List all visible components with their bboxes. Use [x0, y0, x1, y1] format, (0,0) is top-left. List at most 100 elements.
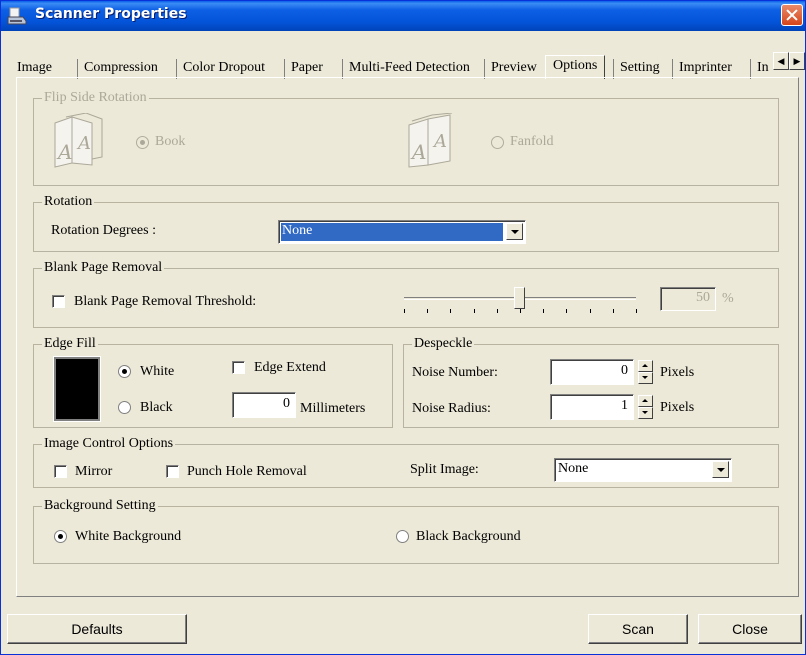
punch-hole-removal-label: Punch Hole Removal	[187, 464, 307, 479]
black-background-label: Black Background	[416, 529, 521, 544]
image-control-options-group: Image Control Options Mirror Punch Hole …	[33, 436, 779, 488]
millimeters-value: 0	[283, 396, 290, 411]
defaults-button[interactable]: Defaults	[7, 614, 187, 644]
tab-color-dropout[interactable]: Color Dropout	[176, 59, 265, 79]
edge-extend-label: Edge Extend	[254, 360, 326, 375]
tab-imprinter[interactable]: Imprinter	[672, 59, 732, 79]
rotation-degrees-value: None	[282, 223, 313, 238]
group-title: Edge Fill	[42, 336, 98, 352]
noise-number-value: 0	[621, 363, 628, 378]
millimeters-field[interactable]: 0	[232, 392, 296, 418]
group-title: Rotation	[42, 194, 95, 210]
noise-radius-spinner[interactable]	[638, 395, 653, 419]
svg-text:A: A	[432, 131, 447, 152]
threshold-slider-thumb[interactable]	[514, 287, 525, 309]
fanfold-pages-icon: A A	[408, 113, 453, 168]
edge-fill-color-swatch	[53, 356, 101, 422]
white-radio[interactable]	[118, 365, 131, 378]
group-title: Despeckle	[412, 336, 475, 352]
slider-tick	[496, 309, 498, 313]
group-title: Flip Side Rotation	[42, 90, 149, 106]
slider-tick	[404, 309, 405, 313]
rotation-group: Rotation Rotation Degrees : None	[33, 194, 779, 252]
mirror-checkbox[interactable]	[54, 465, 67, 478]
tab-multi-feed-detection[interactable]: Multi-Feed Detection	[342, 59, 470, 79]
white-background-label: White Background	[75, 529, 182, 544]
options-tab-page: Flip Side Rotation A A Book A A Fanfold	[16, 77, 799, 597]
split-image-value: None	[558, 461, 589, 476]
threshold-unit-label: %	[722, 291, 734, 306]
group-title: Background Setting	[42, 498, 158, 514]
noise-number-spinner[interactable]	[638, 360, 653, 384]
noise-number-unit: Pixels	[660, 365, 695, 380]
punch-hole-removal-checkbox[interactable]	[166, 465, 179, 478]
slider-tick	[427, 309, 429, 313]
book-pages-icon: A A	[54, 113, 103, 168]
slider-tick	[566, 309, 568, 313]
tab-options[interactable]: Options	[545, 55, 606, 79]
black-background-radio[interactable]	[396, 530, 409, 543]
close-window-button[interactable]	[781, 4, 803, 26]
spin-down-icon[interactable]	[638, 407, 653, 419]
slider-tick	[520, 309, 521, 313]
fanfold-label: Fanfold	[510, 134, 554, 149]
scanner-icon	[7, 7, 27, 25]
millimeters-unit-label: Millimeters	[300, 401, 366, 416]
tab-bar: Image Compression Color Dropout Paper Mu…	[17, 55, 806, 79]
group-title: Image Control Options	[42, 436, 176, 452]
noise-number-field[interactable]: 0	[550, 359, 634, 385]
tab-preview[interactable]: Preview	[484, 59, 537, 79]
tab-setting[interactable]: Setting	[613, 59, 660, 79]
tab-compression[interactable]: Compression	[77, 59, 158, 79]
slider-tick	[543, 309, 545, 313]
spin-up-icon[interactable]	[638, 395, 653, 407]
black-label: Black	[140, 400, 173, 415]
chevron-down-icon[interactable]	[506, 223, 523, 240]
split-image-label: Split Image:	[410, 462, 479, 477]
svg-text:A: A	[56, 140, 72, 164]
tab-scroll-left-button[interactable]: ◀	[773, 52, 789, 70]
edge-fill-group: Edge Fill White Black Edge Extend 0 Mill…	[33, 336, 393, 428]
blank-page-removal-group: Blank Page Removal Blank Page Removal Th…	[33, 260, 779, 328]
background-setting-group: Background Setting White Background Blac…	[33, 498, 779, 564]
window-title: Scanner Properties	[35, 6, 187, 22]
fanfold-radio[interactable]	[491, 136, 504, 149]
book-radio[interactable]	[136, 136, 149, 149]
split-image-select[interactable]: None	[554, 458, 732, 482]
tab-image[interactable]: Image	[17, 59, 52, 79]
scanner-properties-window: Scanner Properties Image Compression Col…	[0, 0, 806, 655]
blank-page-removal-threshold-label: Blank Page Removal Threshold:	[74, 294, 257, 309]
flip-side-rotation-group: Flip Side Rotation A A Book A A Fanfold	[33, 90, 779, 186]
slider-tick	[589, 309, 591, 313]
mirror-label: Mirror	[75, 464, 113, 479]
spin-up-icon[interactable]	[638, 360, 653, 372]
edge-extend-checkbox[interactable]	[232, 361, 245, 374]
tab-paper[interactable]: Paper	[284, 59, 323, 79]
black-radio[interactable]	[118, 401, 131, 414]
threshold-value: 50	[696, 290, 710, 305]
threshold-value-field[interactable]: 50	[660, 287, 716, 311]
white-label: White	[140, 364, 175, 379]
noise-number-label: Noise Number:	[412, 365, 498, 380]
title-bar[interactable]: Scanner Properties	[1, 1, 805, 31]
blank-page-removal-checkbox[interactable]	[52, 295, 65, 308]
group-title: Blank Page Removal	[42, 260, 165, 276]
spin-down-icon[interactable]	[638, 372, 653, 384]
book-label: Book	[155, 134, 186, 149]
scan-button[interactable]: Scan	[588, 614, 688, 644]
rotation-degrees-label: Rotation Degrees :	[51, 223, 156, 238]
tab-scroll-right-button[interactable]: ▶	[789, 52, 805, 70]
noise-radius-field[interactable]: 1	[550, 394, 634, 420]
svg-text:A: A	[410, 140, 426, 164]
white-background-radio[interactable]	[54, 530, 67, 543]
rotation-degrees-select[interactable]: None	[278, 220, 526, 244]
despeckle-group: Despeckle Noise Number: 0 Pixels Noise R…	[403, 336, 779, 428]
selection-highlight	[280, 222, 504, 242]
slider-tick	[612, 309, 614, 313]
noise-radius-label: Noise Radius:	[412, 401, 491, 416]
noise-radius-value: 1	[621, 398, 628, 413]
slider-tick	[450, 309, 452, 313]
close-button[interactable]: Close	[698, 614, 802, 644]
tab-in[interactable]: In	[750, 59, 772, 79]
chevron-down-icon[interactable]	[712, 461, 729, 478]
